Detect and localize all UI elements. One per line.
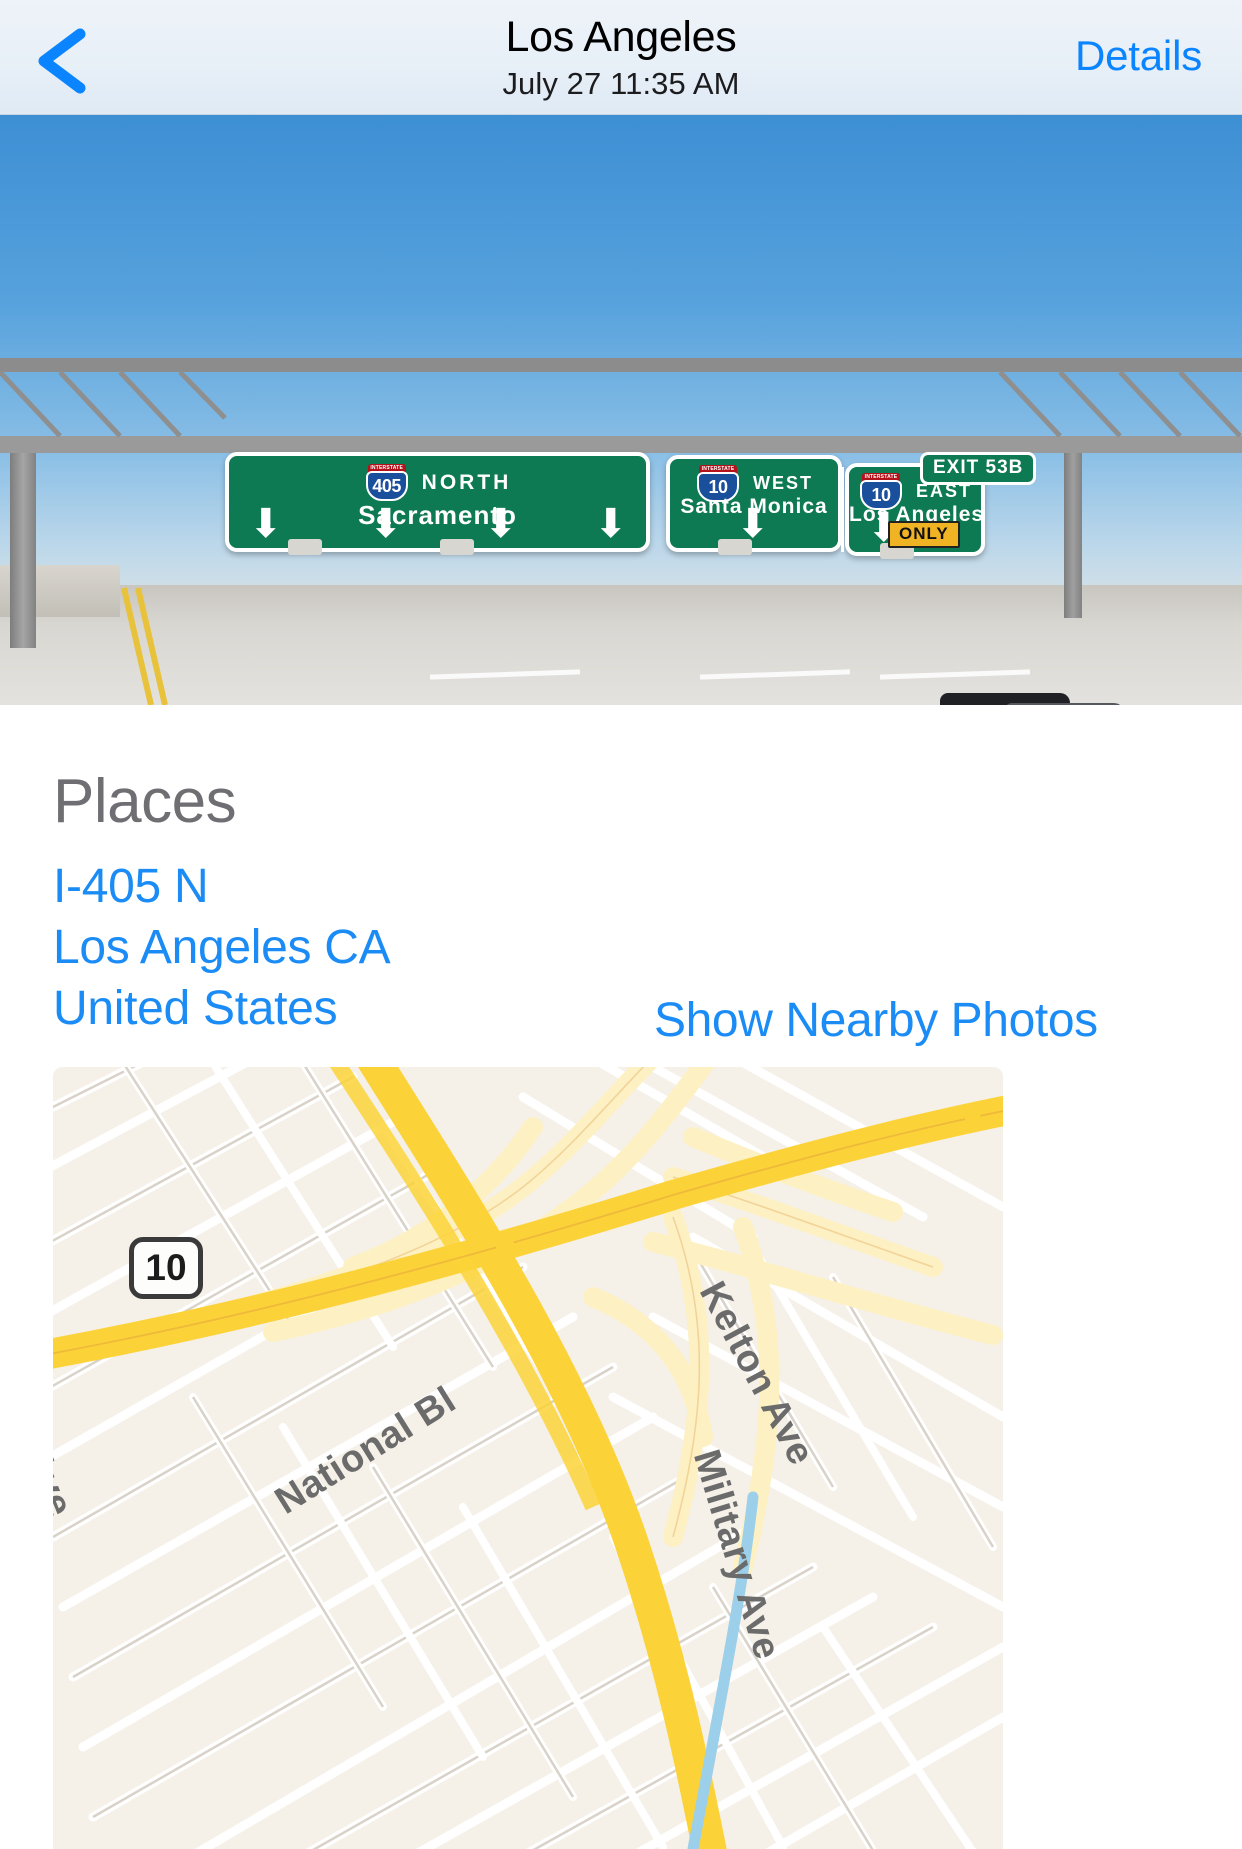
- address-line-3[interactable]: United States: [53, 979, 673, 1040]
- photo-viewer[interactable]: Santa Monica← Airport INTERSTATE: [0, 115, 1242, 705]
- places-section: Places I-405 N Los Angeles CA United Sta…: [0, 705, 1242, 1849]
- only-badge: ONLY: [888, 521, 960, 548]
- details-button[interactable]: Details: [1075, 32, 1202, 80]
- place-address[interactable]: I-405 N Los Angeles CA United States: [53, 857, 673, 1040]
- places-heading: Places: [53, 767, 237, 836]
- sign-light: [718, 539, 752, 555]
- exit-number-tab: EXIT 53B: [920, 452, 1037, 485]
- nav-title-block: Los Angeles July 27 11:35 AM: [0, 12, 1242, 102]
- sign-divider: [841, 467, 844, 552]
- gantry-post: [1064, 453, 1082, 618]
- map-canvas: [53, 1067, 1003, 1849]
- photo-timestamp: July 27 11:35 AM: [502, 65, 740, 101]
- down-arrow-icon: ⬇: [249, 502, 283, 546]
- down-arrow-icon: ⬇: [484, 502, 518, 546]
- junction-node: [496, 1236, 514, 1254]
- gantry-post: [10, 453, 36, 648]
- junction-node: [965, 1111, 981, 1127]
- sign-destination: Sacramento: [358, 500, 517, 530]
- down-arrow-icon: ⬇: [736, 502, 770, 546]
- navigation-bar: Los Angeles July 27 11:35 AM Details: [0, 0, 1242, 115]
- guide-sign-405-north: INTERSTATE 405 NORTH Sacramento ⬇ ⬇ ⬇ ⬇: [225, 452, 650, 552]
- down-arrow-icon: ⬇: [594, 502, 628, 546]
- highway-badge-10: 10: [129, 1237, 203, 1299]
- sign-gantry-truss: [0, 358, 1242, 453]
- sign-light: [288, 539, 322, 555]
- address-line-1[interactable]: I-405 N: [53, 857, 673, 918]
- map-view[interactable]: 10 Kelton Ave National Bl Military Ave r…: [53, 1067, 1003, 1849]
- address-line-2[interactable]: Los Angeles CA: [53, 918, 673, 979]
- show-nearby-photos-button[interactable]: Show Nearby Photos: [654, 993, 1098, 1048]
- sign-light: [440, 539, 474, 555]
- sign-direction: WEST: [753, 473, 813, 493]
- sign-direction: NORTH: [421, 470, 512, 494]
- page-title: Los Angeles: [505, 13, 737, 61]
- sign-route-header: INTERSTATE 405 NORTH: [229, 464, 646, 501]
- roadway: [0, 585, 1242, 705]
- down-arrow-icon: ⬇: [369, 502, 403, 546]
- interstate-shield-icon: INTERSTATE 405: [364, 464, 410, 501]
- guide-sign-10-west: INTERSTATE 10 WEST Santa Monica ⬇: [666, 455, 842, 552]
